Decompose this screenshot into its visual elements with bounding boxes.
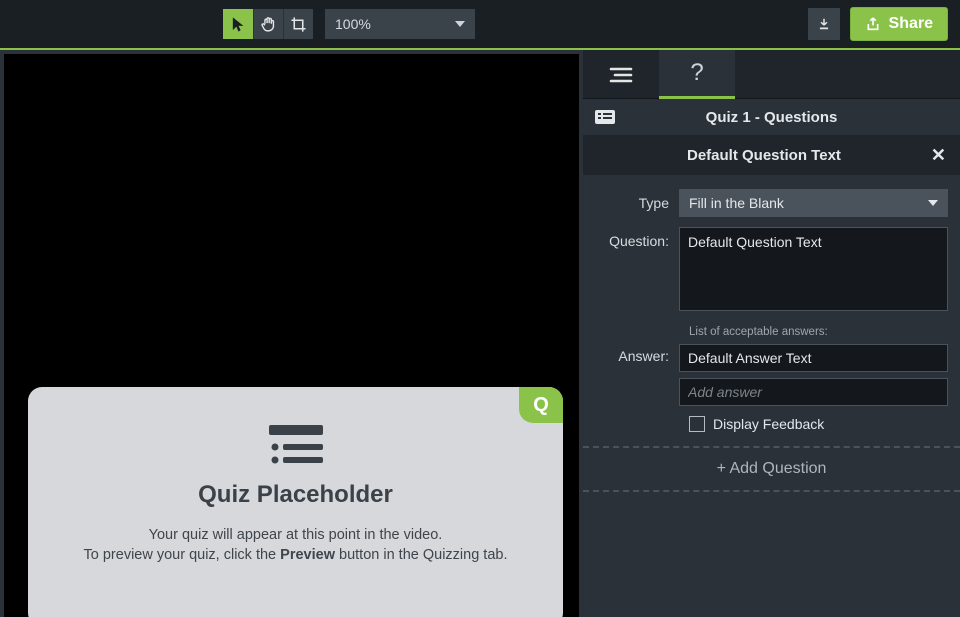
display-feedback-label: Display Feedback [713, 416, 824, 432]
label-answer: Answer: [595, 344, 679, 364]
chevron-down-icon [928, 200, 938, 206]
hand-icon [260, 16, 277, 33]
label-question: Question: [595, 227, 679, 249]
quiz-badge: Q [519, 387, 563, 423]
tab-outline[interactable] [583, 50, 659, 99]
question-text-input[interactable] [679, 227, 948, 311]
list-icon [28, 425, 563, 465]
quiz-card-text: Your quiz will appear at this point in t… [28, 525, 563, 566]
question-mark-icon: ? [690, 59, 703, 87]
properties-panel: ? Quiz 1 - Questions Default Question Te… [583, 50, 960, 617]
quiz-list-icon [595, 110, 615, 124]
question-header: Default Question Text ✕ [583, 135, 960, 175]
quiz-card-title: Quiz Placeholder [28, 481, 563, 509]
quiz-placeholder-card: Q Quiz Placeholder Your quiz will appear… [28, 387, 563, 617]
type-selected-value: Fill in the Blank [689, 195, 784, 211]
add-answer-input[interactable] [679, 378, 948, 406]
hand-tool-button[interactable] [253, 9, 283, 39]
download-icon [817, 17, 831, 31]
question-header-title: Default Question Text [597, 147, 931, 164]
zoom-select[interactable]: 100% [325, 9, 475, 39]
quiz-badge-letter: Q [533, 394, 549, 417]
question-form: Type Fill in the Blank Question: List of… [583, 175, 960, 446]
type-select[interactable]: Fill in the Blank [679, 189, 948, 217]
chevron-down-icon [455, 21, 465, 27]
crop-icon [290, 16, 307, 33]
display-feedback-checkbox[interactable] [689, 416, 705, 432]
download-button[interactable] [808, 8, 840, 40]
answers-help-text: List of acceptable answers: [689, 326, 948, 338]
quiz-title-bar: Quiz 1 - Questions [583, 99, 960, 135]
close-question-button[interactable]: ✕ [931, 145, 946, 166]
share-button[interactable]: Share [850, 7, 948, 41]
tab-question[interactable]: ? [659, 50, 735, 99]
share-icon [865, 16, 881, 32]
answer-input[interactable] [679, 344, 948, 372]
zoom-value: 100% [335, 16, 371, 32]
canvas-area: Q Quiz Placeholder Your quiz will appear… [0, 50, 583, 617]
pointer-icon [230, 16, 247, 33]
pointer-tool-button[interactable] [223, 9, 253, 39]
top-toolbar: 100% Share [0, 0, 960, 50]
share-label: Share [889, 15, 933, 33]
outline-icon [609, 66, 633, 84]
quiz-title: Quiz 1 - Questions [631, 109, 912, 126]
add-question-button[interactable]: + Add Question [583, 448, 960, 492]
crop-tool-button[interactable] [283, 9, 313, 39]
label-type: Type [595, 189, 679, 211]
panel-tabs: ? [583, 50, 960, 99]
